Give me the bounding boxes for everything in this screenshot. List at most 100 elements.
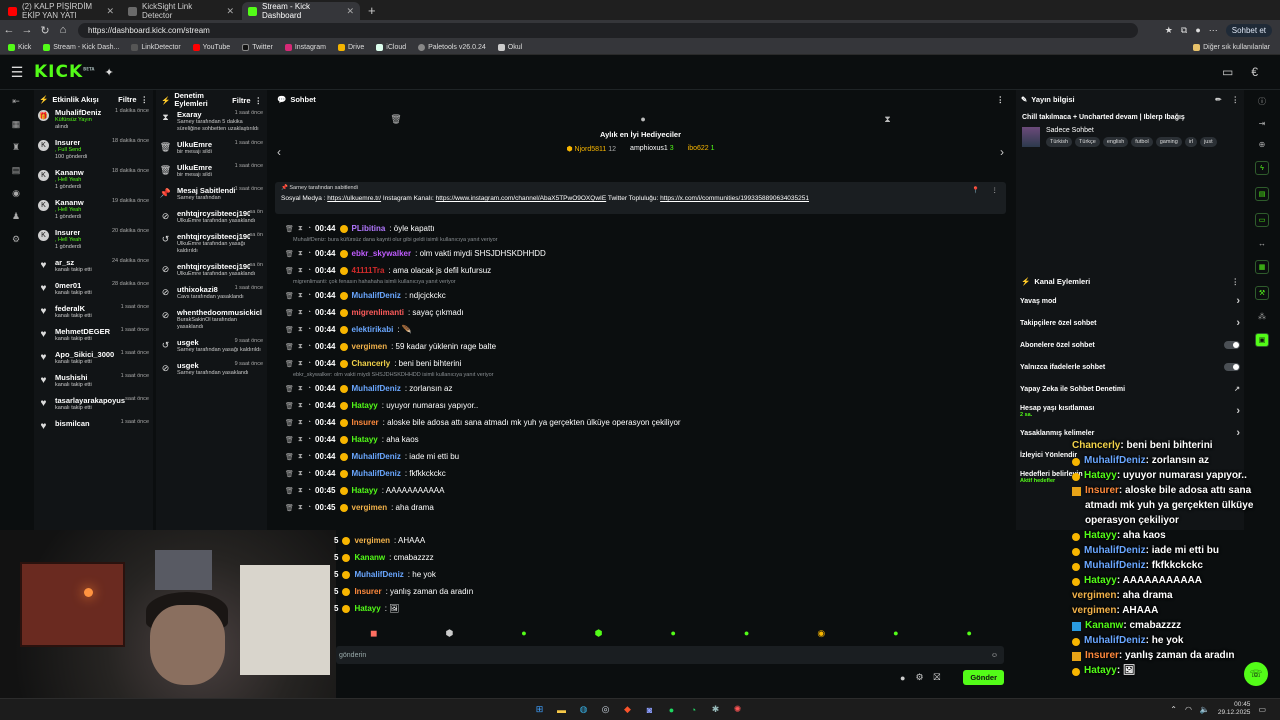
hourglass-icon[interactable]: ⧗ — [298, 419, 303, 427]
browser-tab-youtube[interactable]: (2) KALP PİŞİRDİM EKİP YAN YATI ✕ — [2, 2, 120, 20]
hourglass-icon[interactable]: ⧗ — [298, 360, 303, 368]
chevron-left-icon[interactable]: ‹ — [277, 145, 281, 159]
emote-icon[interactable]: ● — [893, 628, 898, 639]
close-tab-icon[interactable]: ✕ — [346, 6, 354, 17]
emote-icon[interactable]: ◼ — [370, 628, 377, 639]
moderation-item[interactable]: ↺ enhtqjrcysibteecj1901 sa ön UlkuEmre tara… — [160, 232, 263, 255]
pinned-link[interactable]: https://x.com/i/communities/199335889063… — [660, 195, 809, 202]
emote-icon[interactable]: ● — [521, 628, 526, 639]
activity-user-name[interactable]: Kananw — [55, 198, 84, 207]
hourglass-icon[interactable]: ⧗ — [298, 402, 303, 410]
trash-icon[interactable]: 🗑 — [285, 292, 294, 300]
broadcast-icon[interactable]: ◉ — [12, 188, 20, 199]
moderation-item[interactable]: ↺ usgek 9 saat önce Sarney tarafından yasağ… — [160, 338, 263, 354]
channel-action-item[interactable]: Yapay Zeka ile Sohbet Denetimi ↗ — [1016, 378, 1244, 400]
hourglass-icon[interactable]: ⧗ — [298, 326, 303, 334]
activity-item[interactable]: ♥ 0mer01 28 dakika önce kanalı takip etti — [38, 281, 149, 297]
home-icon[interactable]: ⌂ — [54, 24, 72, 36]
bookmark-instagram[interactable]: Instagram — [284, 43, 326, 51]
moderation-target-name[interactable]: UlkuEmre — [177, 140, 212, 149]
chart-icon[interactable]: ▤ — [12, 165, 21, 176]
volume-icon[interactable]: 🔈 — [1200, 705, 1210, 714]
settings-icon[interactable]: ⚙ — [12, 234, 20, 245]
moderation-target-name[interactable]: enhtqjrcysibteecj1901 — [177, 262, 250, 271]
activity-user-name[interactable]: tasarlayarakapoyusiken — [55, 396, 125, 405]
gifter-3[interactable]: ibo622 1 — [688, 145, 715, 153]
chat-username[interactable]: Hatayy — [354, 604, 380, 613]
more-vertical-icon[interactable]: ⋮ — [997, 95, 1005, 104]
trash-icon[interactable]: 🗑 — [390, 114, 401, 125]
moderation-target-name[interactable]: usgek — [177, 361, 199, 370]
copilot-chat-button[interactable]: Sohbet et — [1225, 23, 1272, 37]
wifi-icon[interactable]: ◠ — [1185, 705, 1192, 714]
chat-username[interactable]: vergimen — [354, 536, 390, 545]
resize-icon[interactable]: ↔ — [1258, 239, 1266, 248]
collapse-icon[interactable]: ⇥ — [1259, 119, 1266, 128]
star-icon[interactable]: ★ — [1165, 25, 1173, 36]
hourglass-icon[interactable]: ⧗ — [298, 250, 303, 258]
activity-item[interactable]: ♥ Apo_Sikici_3000 1 saat önce kanalı takip … — [38, 350, 149, 366]
hourglass-icon[interactable]: ⧗ — [298, 267, 303, 275]
chat-username[interactable]: PLibitina — [352, 224, 386, 233]
trash-icon[interactable]: 🗑 — [285, 402, 294, 410]
chat-bubble-icon[interactable]: ● — [640, 114, 645, 124]
activity-user-name[interactable]: 0mer01 — [55, 281, 81, 290]
app-icon[interactable]: ✱ — [708, 702, 723, 717]
bookmark-stream[interactable]: Stream - Kick Dash... — [43, 43, 119, 51]
chat-username[interactable]: MuhalifDeniz — [352, 452, 401, 461]
channel-action-item[interactable]: Abonelere özel sohbet — [1016, 334, 1244, 356]
chat-fab-icon[interactable]: ☏ — [1244, 662, 1268, 686]
hourglass-icon[interactable]: ⧗ — [298, 225, 303, 233]
close-tab-icon[interactable]: ✕ — [226, 6, 234, 17]
gifter-2[interactable]: amphioxus1 3 — [630, 145, 674, 153]
activity-user-name[interactable]: MuhalifDeniz — [55, 108, 101, 117]
info-icon[interactable]: ⓘ — [1258, 96, 1266, 107]
trash-icon[interactable]: 🗑 — [285, 267, 294, 275]
trash-icon[interactable]: 🗑 — [285, 504, 294, 512]
more-icon[interactable]: ⋯ — [1209, 25, 1218, 36]
chat-username[interactable]: MuhalifDeniz — [352, 384, 401, 393]
bookmark-paletools[interactable]: Paletools v26.0.24 — [418, 43, 486, 51]
moderation-target-name[interactable]: whenthedoommusickicl — [177, 308, 262, 317]
chat-username[interactable]: 41111Tra — [352, 266, 385, 275]
activity-user-name[interactable]: Mushishi — [55, 373, 88, 382]
share-icon[interactable]: ⁂ — [1258, 312, 1266, 321]
discord-icon[interactable]: ◙ — [642, 702, 657, 717]
url-input[interactable]: https://dashboard.kick.com/stream — [78, 22, 1138, 38]
moderation-item[interactable]: ⊘ enhtqjrcysibteecj1901 sa ön UlkuEmre tara… — [160, 262, 263, 278]
moderation-filter-button[interactable]: Filtre — [232, 96, 250, 105]
moderation-target-name[interactable]: Exaray — [177, 110, 202, 119]
activity-user-name[interactable]: bismilcan — [55, 419, 90, 428]
moderation-target-name[interactable]: usgek — [177, 338, 199, 347]
hourglass-icon[interactable]: ⧗ — [298, 385, 303, 393]
browser-tab-kick-dashboard[interactable]: Stream - Kick Dashboard ✕ — [242, 2, 360, 20]
pin-tool-icon[interactable]: ✦ — [104, 66, 113, 79]
chat-bubble-icon[interactable]: ● — [900, 673, 905, 683]
hourglass-icon[interactable]: ⧗ — [298, 487, 303, 495]
activity-user-name[interactable]: Insurer — [55, 138, 80, 147]
wallet-icon[interactable]: € — [1251, 65, 1258, 79]
activity-user-name[interactable]: ar_sz — [55, 258, 74, 267]
trash-icon[interactable]: 🗑 — [285, 385, 294, 393]
chat-username[interactable]: MuhalifDeniz — [354, 570, 403, 579]
trash-icon[interactable]: 🗑 — [285, 326, 294, 334]
hourglass-icon[interactable]: ⧗ — [298, 343, 303, 351]
emote-icon[interactable]: ● — [671, 628, 676, 639]
forward-icon[interactable]: → — [18, 24, 36, 36]
channel-action-item[interactable]: Yalnızca ifadelerle sohbet — [1016, 356, 1244, 378]
hourglass-icon[interactable]: ⧗ — [298, 504, 303, 512]
app-icon-2[interactable]: ✺ — [730, 702, 745, 717]
reload-icon[interactable]: ↻ — [36, 24, 54, 37]
moderation-item[interactable]: ⊘ uthixokazi8 1 saat önce Cavs tarafından y… — [160, 285, 263, 301]
chat-username[interactable]: Insurer — [354, 587, 381, 596]
chat-username[interactable]: vergimen — [352, 342, 388, 351]
file-explorer-icon[interactable]: ▬ — [554, 702, 569, 717]
browser-tab-kicksight[interactable]: KickSight Link Detector ✕ — [122, 2, 240, 20]
lightning-tool-icon[interactable]: ϟ — [1255, 161, 1269, 175]
activity-user-name[interactable]: Apo_Sikici_3000 — [55, 350, 114, 359]
trash-icon[interactable]: 🗑 — [285, 419, 294, 427]
bookmark-okul[interactable]: Okul — [497, 43, 522, 51]
activity-item[interactable]: K Kananw 18 dakika önce , Hell Yeah 1 gönder… — [38, 168, 149, 191]
activity-item[interactable]: ♥ bismilcan 1 saat önce — [38, 419, 149, 432]
gear-icon[interactable]: ⚙ — [915, 672, 923, 683]
